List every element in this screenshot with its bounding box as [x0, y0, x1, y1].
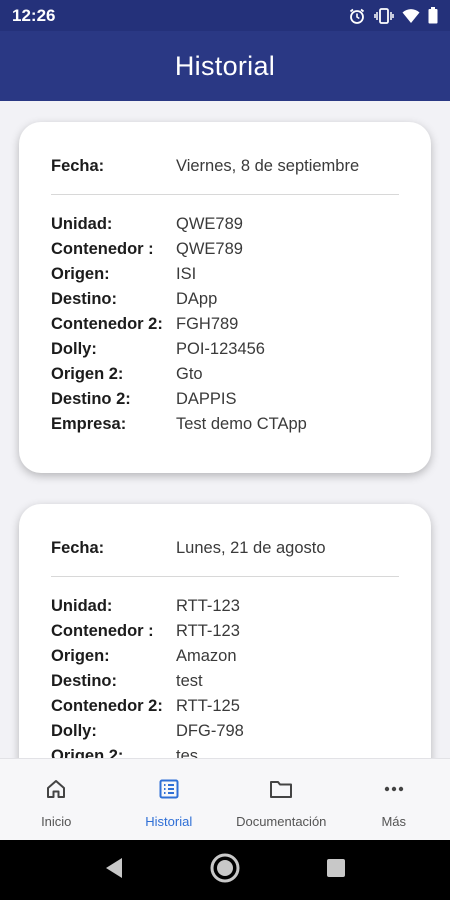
field-row: Destino: DApp [51, 287, 399, 312]
field-value: RTT-123 [176, 622, 240, 640]
field-value: DAPPIS [176, 390, 237, 408]
list-icon [158, 777, 180, 801]
wifi-icon [402, 8, 420, 24]
nav-label: Historial [145, 814, 193, 829]
field-label: Origen: [51, 265, 110, 283]
field-label: Contenedor 2: [51, 315, 163, 333]
date-row: Fecha: Viernes, 8 de septiembre [51, 154, 399, 179]
field-value: RTT-123 [176, 597, 240, 615]
history-card[interactable]: Fecha: Lunes, 21 de agosto Unidad: RTT-12… [19, 504, 431, 758]
field-label: Origen 2: [51, 365, 124, 383]
recents-icon[interactable] [325, 857, 347, 884]
field-row: Empresa: Test demo CTApp [51, 412, 399, 437]
nav-label: Inicio [41, 814, 72, 829]
field-row: Dolly: DFG-798 [51, 719, 399, 744]
field-value: DFG-798 [176, 722, 244, 740]
field-value: Test demo CTApp [176, 415, 307, 433]
field-row: Contenedor 2: RTT-125 [51, 694, 399, 719]
field-row: Origen 2: Gto [51, 362, 399, 387]
date-value: Lunes, 21 de agosto [176, 539, 326, 557]
field-row: Contenedor 2: FGH789 [51, 312, 399, 337]
home-icon [45, 777, 67, 801]
field-value: QWE789 [176, 215, 243, 233]
field-value: FGH789 [176, 315, 239, 333]
field-row: Origen: Amazon [51, 644, 399, 669]
field-row: Destino 2: DAPPIS [51, 387, 399, 412]
field-row: Unidad: QWE789 [51, 212, 399, 237]
field-value: POI-123456 [176, 340, 265, 358]
app-bar: Historial [0, 31, 450, 101]
field-row: Origen: ISI [51, 262, 399, 287]
field-label: Dolly: [51, 722, 97, 740]
field-label: Contenedor : [51, 240, 154, 258]
field-row: Unidad: RTT-123 [51, 594, 399, 619]
status-bar: 12:26 [0, 0, 450, 31]
bottom-nav: Inicio Historial Documentación Más [0, 758, 450, 840]
page-title: Historial [174, 50, 276, 81]
date-row: Fecha: Lunes, 21 de agosto [51, 536, 399, 561]
more-icon [383, 777, 405, 801]
status-icons [348, 7, 438, 25]
field-value: tes [176, 747, 199, 758]
status-time: 12:26 [12, 5, 56, 25]
divider [51, 194, 399, 195]
back-icon[interactable] [103, 856, 125, 885]
field-label: Unidad: [51, 215, 113, 233]
field-label: Fecha: [51, 539, 105, 557]
field-label: Destino: [51, 672, 117, 690]
nav-item-inicio[interactable]: Inicio [0, 759, 113, 840]
nav-item-documentacion[interactable]: Documentación [225, 759, 338, 840]
field-row: Origen 2: tes [51, 744, 399, 758]
field-label: Destino 2: [51, 390, 131, 408]
nav-label: Más [381, 814, 407, 829]
nav-item-historial[interactable]: Historial [113, 759, 226, 840]
field-label: Unidad: [51, 597, 113, 615]
battery-icon [428, 7, 438, 24]
field-label: Contenedor 2: [51, 697, 163, 715]
history-list[interactable]: Fecha: Viernes, 8 de septiembre Unidad: Q… [0, 101, 450, 758]
folder-icon [269, 777, 293, 801]
field-value: ISI [176, 265, 197, 283]
nav-label: Documentación [236, 814, 327, 829]
field-value: RTT-125 [176, 697, 240, 715]
field-label: Destino: [51, 290, 117, 308]
field-label: Origen: [51, 647, 110, 665]
history-card[interactable]: Fecha: Viernes, 8 de septiembre Unidad: Q… [19, 122, 431, 473]
field-value: QWE789 [176, 240, 243, 258]
field-label: Origen 2: [51, 747, 124, 758]
divider [51, 576, 399, 577]
field-label: Contenedor : [51, 622, 154, 640]
field-value: DApp [176, 290, 218, 308]
field-row: Contenedor : QWE789 [51, 237, 399, 262]
vibrate-icon [374, 7, 394, 25]
home-button-icon[interactable] [210, 853, 240, 888]
alarm-icon [348, 7, 366, 25]
nav-item-mas[interactable]: Más [338, 759, 450, 840]
system-nav-bar [0, 840, 450, 900]
field-label: Fecha: [51, 157, 105, 175]
field-row: Destino: test [51, 669, 399, 694]
field-value: Gto [176, 365, 203, 383]
field-value: Amazon [176, 647, 237, 665]
field-label: Dolly: [51, 340, 97, 358]
field-value: test [176, 672, 203, 690]
date-value: Viernes, 8 de septiembre [176, 157, 360, 175]
field-label: Empresa: [51, 415, 127, 433]
field-row: Contenedor : RTT-123 [51, 619, 399, 644]
field-row: Dolly: POI-123456 [51, 337, 399, 362]
